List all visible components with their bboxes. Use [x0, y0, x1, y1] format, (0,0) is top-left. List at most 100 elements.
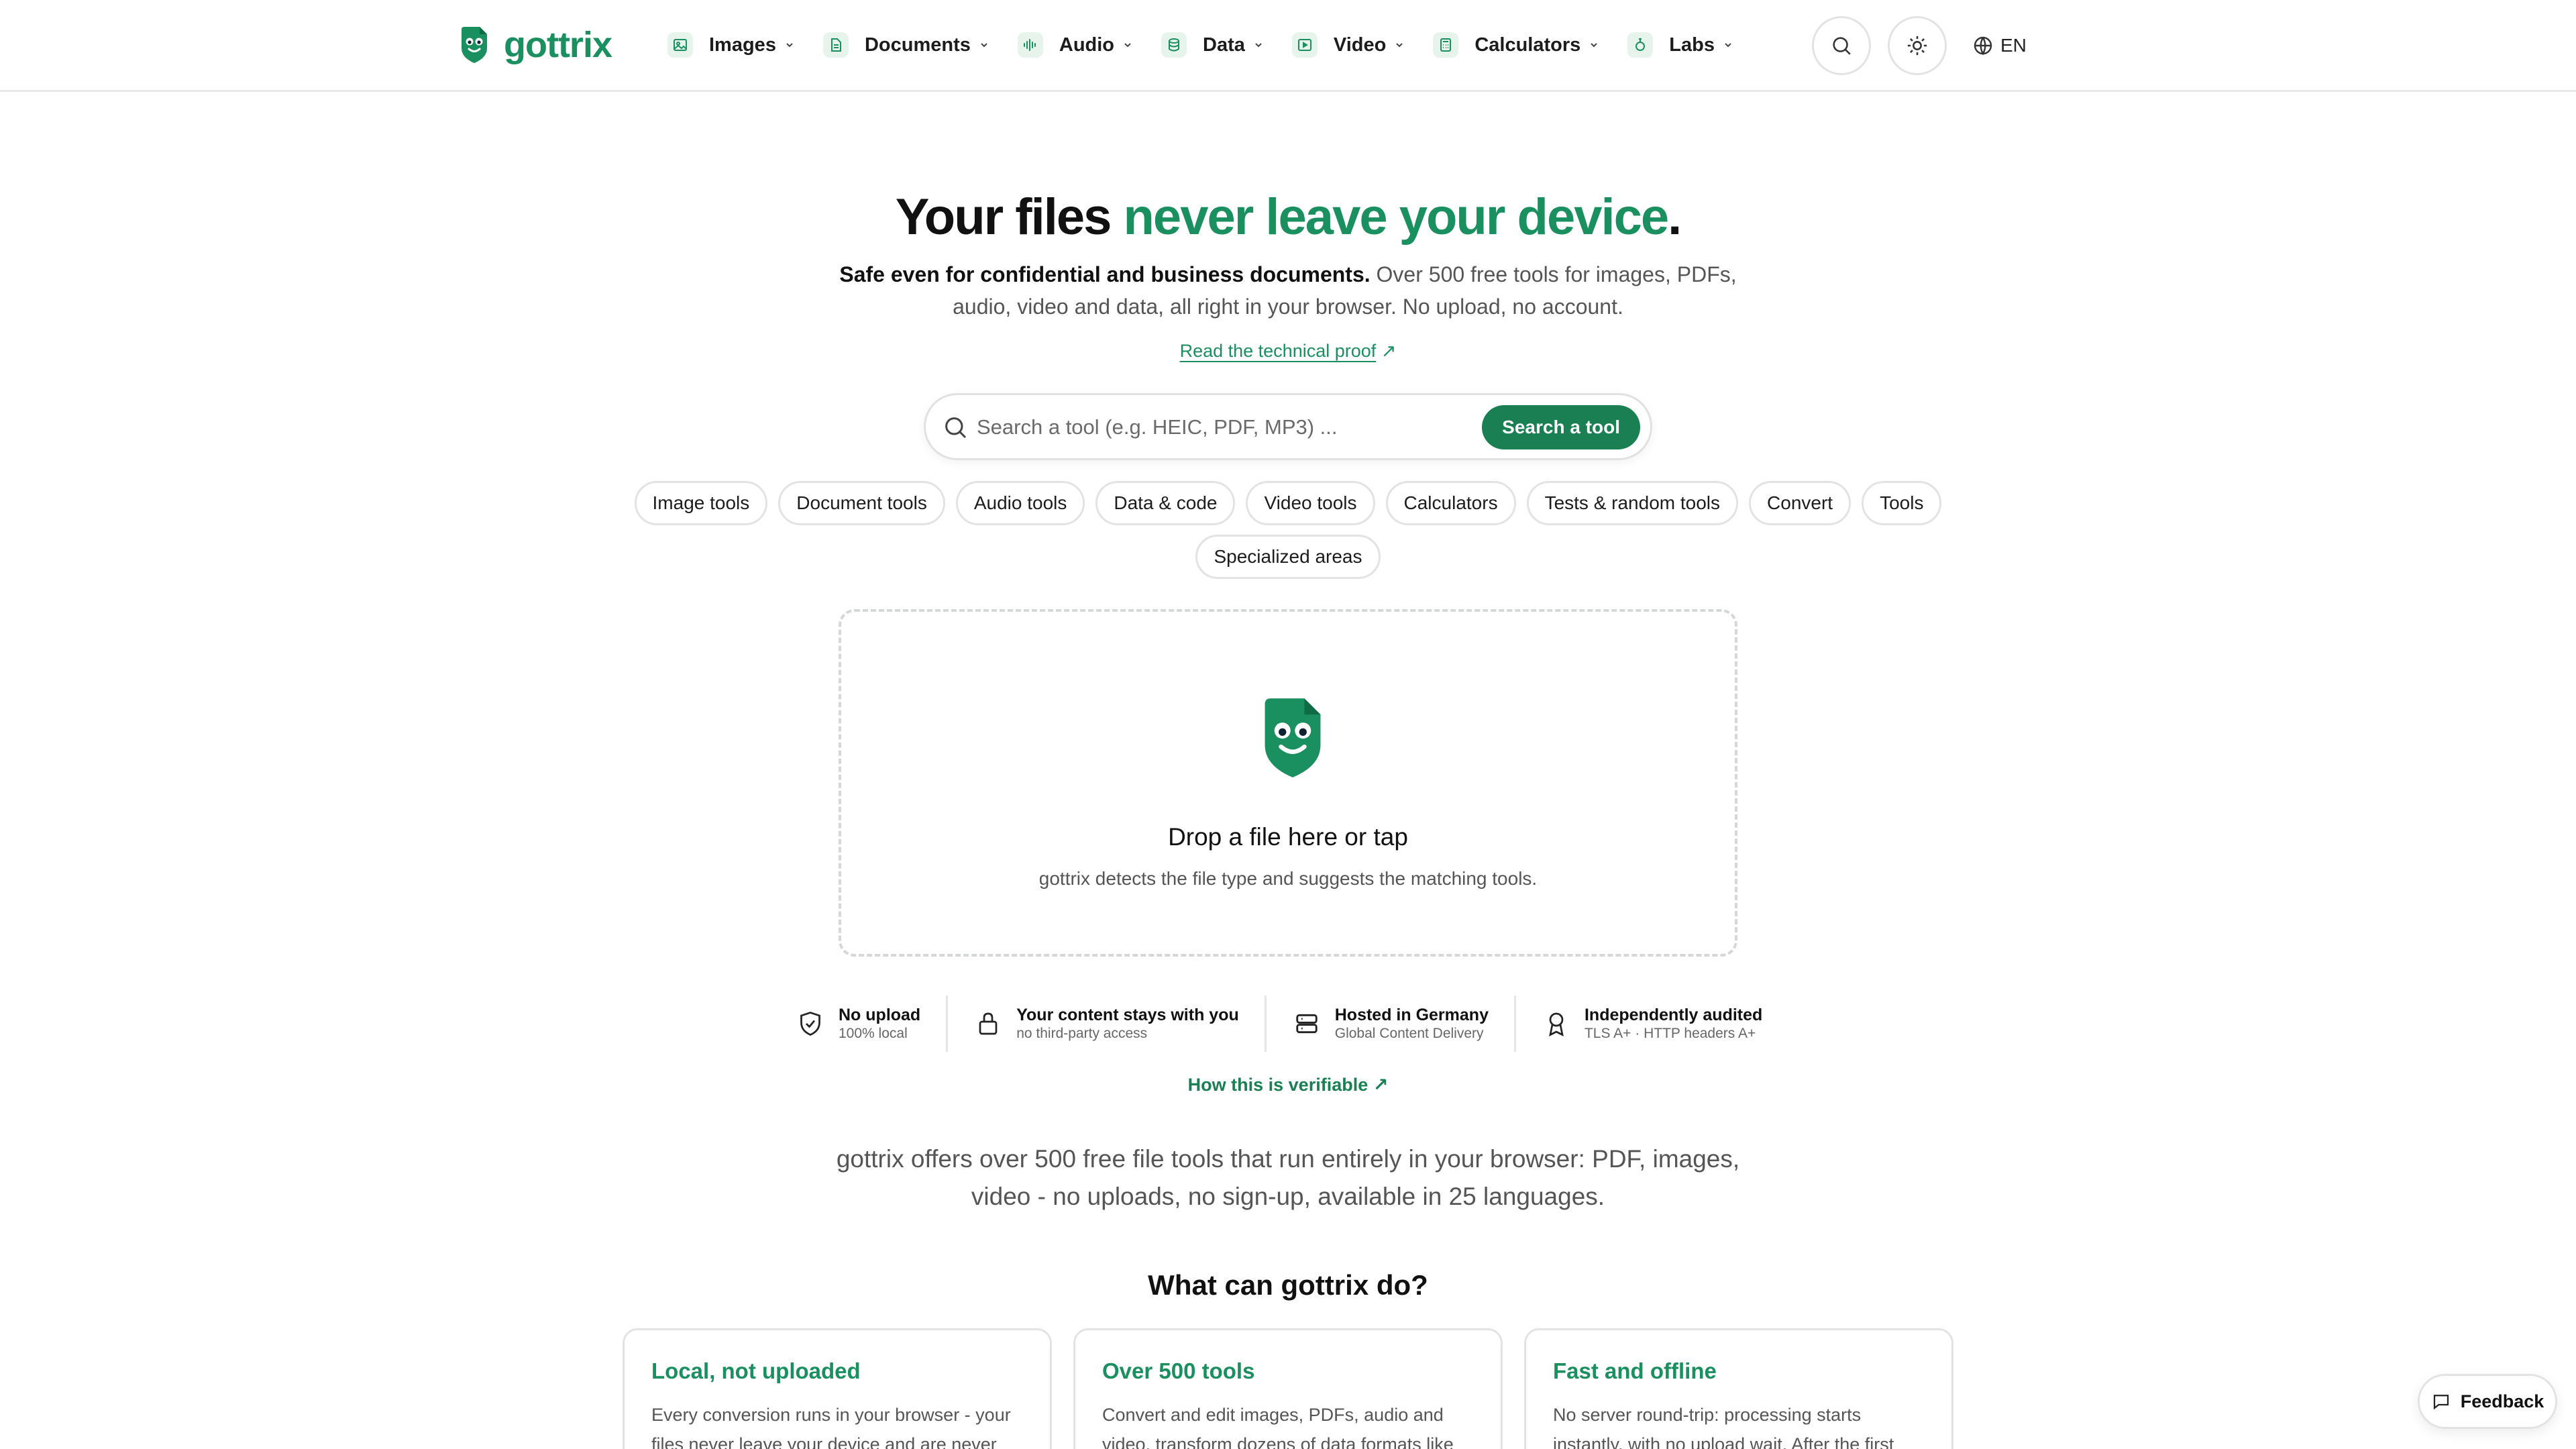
feature-card-title: Local, not uploaded: [651, 1358, 861, 1383]
category-chips: Image tools Document tools Audio tools D…: [604, 481, 1972, 579]
nav-label: Documents: [864, 34, 971, 56]
document-icon: [822, 32, 849, 58]
hero-title: Your files never leave your device.: [0, 188, 2576, 246]
feedback-button[interactable]: Feedback: [2418, 1374, 2557, 1429]
hero-title-main: Your files: [895, 189, 1124, 246]
external-link-icon: ↗: [1373, 1075, 1389, 1095]
shield-check-icon: [796, 1010, 825, 1037]
trust-item-hosted-germany: Hosted in Germany Global Content Deliver…: [1267, 996, 1516, 1052]
chip-tools[interactable]: Tools: [1862, 481, 1942, 525]
chevron-down-icon: [1591, 43, 1597, 48]
nav-item-data[interactable]: Data: [1148, 23, 1277, 67]
feature-card-title: Fast and offline: [1553, 1358, 1717, 1383]
intro-paragraph: gottrix offers over 500 free file tools …: [836, 1145, 1740, 1210]
feature-card-tools: Over 500 tools Convert and edit images, …: [1073, 1328, 1503, 1449]
chip-tests-random[interactable]: Tests & random tools: [1526, 481, 1739, 525]
tool-search-input[interactable]: [977, 409, 1460, 446]
technical-proof-label: Read the technical proof: [1179, 341, 1377, 361]
search-tool-button[interactable]: Search a tool: [1482, 405, 1640, 449]
chip-audio-tools[interactable]: Audio tools: [955, 481, 1085, 525]
image-icon: [667, 32, 693, 58]
chip-convert[interactable]: Convert: [1749, 481, 1851, 525]
trust-badges: No upload 100% local Your content stays …: [789, 996, 1788, 1052]
theme-toggle-button[interactable]: [1888, 16, 1947, 75]
hero-subtitle-bold: Safe even for confidential and business …: [839, 262, 1371, 286]
search-icon: [1833, 37, 1851, 55]
gottrix-mascot-icon: [1265, 698, 1321, 777]
how-verifiable-link[interactable]: How this is verifiable ↗: [0, 1075, 2576, 1095]
header-search-button[interactable]: [1812, 16, 1871, 75]
trust-subtitle: Global Content Delivery: [1334, 1026, 1484, 1041]
lock-icon: [973, 1010, 1003, 1037]
feature-card-offline: Fast and offline No server round-trip: p…: [1524, 1328, 1953, 1449]
nav-item-images[interactable]: Images: [654, 23, 808, 67]
drop-zone-subtitle: gottrix detects the file type and sugges…: [1038, 868, 1538, 889]
trust-title: Your content stays with you: [1016, 1006, 1239, 1024]
feature-card-body: Every conversion runs in your browser - …: [651, 1405, 1011, 1449]
nav-label: Video: [1333, 34, 1387, 56]
external-link-icon: ↗: [1381, 341, 1397, 361]
hero-subtitle: Safe even for confidential and business …: [818, 258, 1758, 323]
message-icon: [2433, 1395, 2449, 1410]
nav-item-audio[interactable]: Audio: [1004, 23, 1146, 67]
nav-item-video[interactable]: Video: [1279, 23, 1418, 67]
main-nav: Images Documents Audio Data Video Calcul…: [654, 23, 1748, 67]
chevron-down-icon: [1725, 43, 1731, 48]
file-drop-zone[interactable]: Drop a file here or tap gottrix detects …: [839, 609, 1737, 957]
audio-wave-icon: [1017, 32, 1043, 58]
trust-title: Hosted in Germany: [1334, 1006, 1489, 1024]
video-icon: [1291, 32, 1318, 58]
trust-subtitle: 100% local: [839, 1026, 908, 1041]
nav-label: Calculators: [1474, 34, 1581, 56]
globe-icon: [1974, 36, 1992, 56]
chevron-down-icon: [1124, 43, 1131, 48]
trust-subtitle: no third-party access: [1016, 1026, 1148, 1041]
trust-title: No upload: [839, 1006, 921, 1024]
feature-card-body: No server round-trip: processing starts …: [1553, 1405, 1894, 1449]
trust-title: Independently audited: [1584, 1006, 1763, 1024]
search-icon: [945, 417, 967, 439]
language-selector[interactable]: EN: [1972, 30, 2027, 62]
trust-item-audited: Independently audited TLS A+ · HTTP head…: [1516, 996, 1788, 1052]
nav-item-documents[interactable]: Documents: [810, 23, 1003, 67]
server-icon: [1292, 1011, 1322, 1036]
feedback-label: Feedback: [2460, 1391, 2544, 1411]
award-icon: [1542, 1010, 1571, 1037]
drop-zone-title: Drop a file here or tap: [1168, 823, 1408, 851]
chevron-down-icon: [1255, 43, 1262, 48]
chip-calculators[interactable]: Calculators: [1385, 481, 1516, 525]
feature-card-body: Convert and edit images, PDFs, audio and…: [1102, 1405, 1454, 1449]
features-section-title: What can gottrix do?: [1148, 1269, 1428, 1301]
hero-title-end: .: [1668, 189, 1682, 246]
how-verifiable-label: How this is verifiable: [1187, 1075, 1368, 1095]
chip-specialized-areas[interactable]: Specialized areas: [1195, 535, 1381, 579]
sun-icon: [1907, 36, 1927, 56]
nav-label: Labs: [1669, 34, 1715, 56]
chip-video-tools[interactable]: Video tools: [1246, 481, 1375, 525]
chip-data-code[interactable]: Data & code: [1095, 481, 1236, 525]
chip-document-tools[interactable]: Document tools: [778, 481, 945, 525]
hero-title-accent: never leave your device: [1123, 189, 1670, 246]
chevron-down-icon: [981, 43, 987, 48]
feature-card-local: Local, not uploaded Every conversion run…: [623, 1328, 1052, 1449]
gottrix-mascot-icon: [462, 27, 487, 63]
site-header: gottrix Images Documents Audio Data Vide…: [0, 0, 2576, 92]
trust-subtitle: TLS A+ · HTTP headers A+: [1584, 1026, 1756, 1041]
nav-item-calculators[interactable]: Calculators: [1419, 23, 1613, 67]
language-code: EN: [2000, 35, 2027, 56]
tool-search-bar: Search a tool: [924, 393, 1652, 460]
flask-icon: [1627, 32, 1654, 58]
logo-wordmark: gottrix: [504, 25, 612, 65]
calculator-icon: [1433, 32, 1459, 58]
trust-item-content-stays: Your content stays with you no third-par…: [948, 996, 1267, 1052]
logo-link[interactable]: gottrix: [460, 23, 612, 67]
nav-label: Audio: [1059, 34, 1115, 56]
chip-image-tools[interactable]: Image tools: [634, 481, 768, 525]
technical-proof-link[interactable]: Read the technical proof ↗: [0, 341, 2576, 362]
trust-item-no-upload: No upload 100% local: [789, 996, 949, 1052]
feature-card-title: Over 500 tools: [1102, 1358, 1255, 1383]
nav-label: Data: [1203, 34, 1245, 56]
database-icon: [1161, 32, 1187, 58]
chevron-down-icon: [1396, 43, 1403, 48]
nav-item-labs[interactable]: Labs: [1614, 23, 1747, 67]
